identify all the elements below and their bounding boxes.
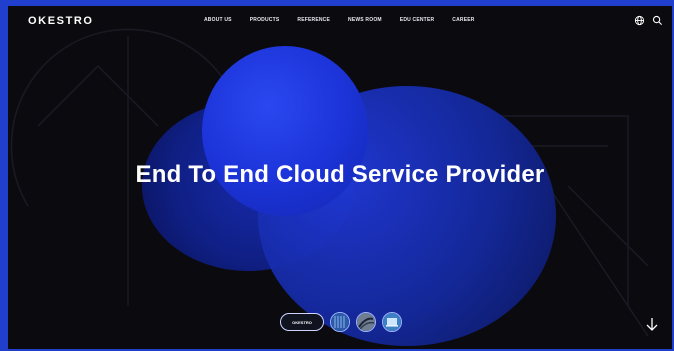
okestro-logo[interactable]: OKESTRO xyxy=(28,15,94,27)
nav-career[interactable]: CAREER xyxy=(452,17,474,23)
nav-news-room[interactable]: NEWS ROOM xyxy=(348,17,382,23)
nav-edu-center[interactable]: EDU CENTER xyxy=(400,17,435,23)
server-thumb[interactable] xyxy=(330,312,350,332)
nav-products[interactable]: PRODUCTS xyxy=(250,17,280,23)
slide-thumb-okestro[interactable]: OKESTRO xyxy=(280,313,324,331)
nav-about-us[interactable]: ABOUT US xyxy=(204,17,232,23)
slider-thumbnails: OKESTRO xyxy=(280,312,408,332)
blue-orb-top xyxy=(202,46,368,216)
site-header: OKESTRO ABOUT US PRODUCTS REFERENCE NEWS… xyxy=(8,6,672,36)
cable-image xyxy=(357,313,375,331)
main-nav: ABOUT US PRODUCTS REFERENCE NEWS ROOM ED… xyxy=(204,17,493,23)
arrow-down-icon[interactable] xyxy=(644,316,660,332)
hero-section: OKESTRO ABOUT US PRODUCTS REFERENCE NEWS… xyxy=(8,6,672,349)
nav-reference[interactable]: REFERENCE xyxy=(297,17,330,23)
search-icon[interactable] xyxy=(652,15,663,26)
server-image xyxy=(331,313,349,331)
laptop-image xyxy=(383,313,401,331)
globe-icon[interactable] xyxy=(634,15,645,26)
cable-thumb[interactable] xyxy=(356,312,376,332)
hero-title: End To End Cloud Service Provider xyxy=(135,161,545,188)
laptop-thumb[interactable] xyxy=(382,312,402,332)
